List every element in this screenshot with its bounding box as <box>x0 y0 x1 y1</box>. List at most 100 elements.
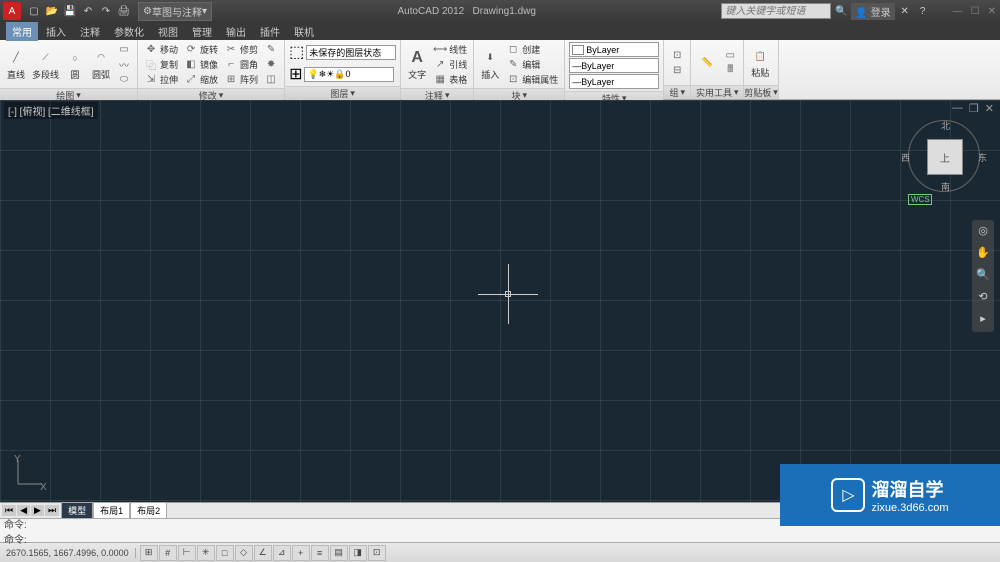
ducs-toggle[interactable]: ⊿ <box>273 545 291 561</box>
tab-nav-first[interactable]: ⏮ <box>2 505 16 516</box>
layer-state-dropdown[interactable]: 未保存的图层状态 <box>306 45 396 60</box>
explode-button[interactable]: ✸ <box>262 57 280 71</box>
array-button[interactable]: ⊞阵列 <box>222 72 260 86</box>
doc-restore[interactable]: ❐ <box>969 102 979 115</box>
open-icon[interactable]: 📂 <box>44 3 60 19</box>
viewcube-south[interactable]: 南 <box>941 180 950 193</box>
command-prompt[interactable]: 命令: <box>4 531 996 546</box>
viewcube-face[interactable]: 上 <box>927 139 963 175</box>
grid-toggle[interactable]: # <box>159 545 177 561</box>
viewcube[interactable]: 上 北 南 东 西 WCS <box>908 120 980 192</box>
ellipse-button[interactable]: ⬭ <box>115 72 133 86</box>
spline-button[interactable]: 〰 <box>115 57 133 71</box>
tab-online[interactable]: 联机 <box>288 22 320 41</box>
text-button[interactable]: A文字 <box>405 47 429 82</box>
select-button[interactable]: ▭ <box>721 48 739 62</box>
calc-button[interactable]: 🖩 <box>721 63 739 77</box>
circle-button[interactable]: ○圆 <box>63 47 87 82</box>
edit-block-button[interactable]: ✎编辑 <box>504 57 560 71</box>
table-button[interactable]: ▦表格 <box>431 72 469 86</box>
osnap-toggle[interactable]: □ <box>216 545 234 561</box>
linetype-dropdown[interactable]: — ByLayer <box>569 74 659 89</box>
full-nav-wheel[interactable]: ◎ <box>975 224 991 240</box>
app-icon[interactable]: A <box>3 2 21 20</box>
close-button[interactable]: ✕ <box>988 6 996 17</box>
minimize-button[interactable]: — <box>953 6 963 17</box>
tab-nav-next[interactable]: ▶ <box>31 505 44 516</box>
mirror-button[interactable]: ◧镜像 <box>182 57 220 71</box>
search-input[interactable] <box>721 3 831 19</box>
tab-home[interactable]: 常用 <box>6 22 38 41</box>
ortho-toggle[interactable]: ⊢ <box>178 545 196 561</box>
erase-button[interactable]: ✎ <box>262 42 280 56</box>
stretch-button[interactable]: ⇲拉伸 <box>142 72 180 86</box>
rect-button[interactable]: ▭ <box>115 42 133 56</box>
create-block-button[interactable]: ◻创建 <box>504 42 560 56</box>
login-button[interactable]: 👤 登录 <box>851 3 894 20</box>
dyn-toggle[interactable]: + <box>292 545 310 561</box>
ungroup-button[interactable]: ⊟ <box>668 63 686 77</box>
color-dropdown[interactable]: ByLayer <box>569 42 659 57</box>
qp-toggle[interactable]: ◨ <box>349 545 367 561</box>
leader-button[interactable]: ↗引线 <box>431 57 469 71</box>
undo-icon[interactable]: ↶ <box>80 3 96 19</box>
exchange-icon[interactable]: ✕ <box>897 3 913 19</box>
move-button[interactable]: ✥移动 <box>142 42 180 56</box>
measure-button[interactable]: 📏 <box>695 52 719 74</box>
panel-layers-title[interactable]: 图层 ▾ <box>285 86 400 100</box>
arc-button[interactable]: ◠圆弧 <box>89 47 113 82</box>
showmotion-button[interactable]: ▸ <box>975 312 991 328</box>
polar-toggle[interactable]: ✳ <box>197 545 215 561</box>
tab-nav-last[interactable]: ⏭ <box>45 505 59 516</box>
maximize-button[interactable]: ☐ <box>971 6 980 17</box>
wcs-label[interactable]: WCS <box>908 194 932 205</box>
tab-nav-prev[interactable]: ◀ <box>17 505 30 516</box>
copy-button[interactable]: ⿻复制 <box>142 57 180 71</box>
tab-plugins[interactable]: 插件 <box>254 22 286 41</box>
3dosnap-toggle[interactable]: ◇ <box>235 545 253 561</box>
dim-linear-button[interactable]: ⟷线性 <box>431 42 469 56</box>
panel-utilities-title[interactable]: 实用工具 ▾ <box>691 85 743 99</box>
viewcube-north[interactable]: 北 <box>941 119 950 132</box>
tab-parametric[interactable]: 参数化 <box>108 22 150 41</box>
snap-toggle[interactable]: ⊞ <box>140 545 158 561</box>
line-button[interactable]: ╱直线 <box>4 47 28 82</box>
search-icon[interactable]: 🔍 <box>833 3 849 19</box>
rotate-button[interactable]: ⟳旋转 <box>182 42 220 56</box>
redo-icon[interactable]: ↷ <box>98 3 114 19</box>
doc-close[interactable]: ✕ <box>985 102 994 115</box>
panel-clipboard-title[interactable]: 剪贴板 ▾ <box>744 85 778 99</box>
paste-button[interactable]: 📋粘贴 <box>748 45 772 80</box>
pan-button[interactable]: ✋ <box>975 246 991 262</box>
new-icon[interactable]: ▢ <box>26 3 42 19</box>
tpy-toggle[interactable]: ▤ <box>330 545 348 561</box>
coordinates[interactable]: 2670.1565, 1667.4996, 0.0000 <box>0 548 136 558</box>
save-icon[interactable]: 💾 <box>62 3 78 19</box>
tab-view[interactable]: 视图 <box>152 22 184 41</box>
trim-button[interactable]: ✂修剪 <box>222 42 260 56</box>
scale-button[interactable]: ⤢缩放 <box>182 72 220 86</box>
tab-output[interactable]: 输出 <box>220 22 252 41</box>
polyline-button[interactable]: ⟋多段线 <box>30 47 61 82</box>
layer-dropdown[interactable]: 💡❄☀🔒 0 <box>304 67 394 82</box>
viewcube-east[interactable]: 东 <box>978 151 987 164</box>
viewcube-west[interactable]: 西 <box>901 151 910 164</box>
edit-attr-button[interactable]: ⊡编辑属性 <box>504 72 560 86</box>
offset-button[interactable]: ◫ <box>262 72 280 86</box>
layer-props-icon[interactable]: ⬚ <box>289 42 304 62</box>
lineweight-dropdown[interactable]: — ByLayer <box>569 58 659 73</box>
tab-annotate[interactable]: 注释 <box>74 22 106 41</box>
workspace-dropdown[interactable]: ⚙ 草图与注释 ▾ <box>138 2 212 21</box>
layer-button[interactable]: ⊞ <box>289 64 302 84</box>
doc-minimize[interactable]: — <box>952 102 963 115</box>
print-icon[interactable]: 🖨 <box>116 3 132 19</box>
orbit-button[interactable]: ⟲ <box>975 290 991 306</box>
zoom-extents-button[interactable]: 🔍 <box>975 268 991 284</box>
tab-insert[interactable]: 插入 <box>40 22 72 41</box>
otrack-toggle[interactable]: ∠ <box>254 545 272 561</box>
tab-manage[interactable]: 管理 <box>186 22 218 41</box>
help-icon[interactable]: ? <box>915 3 931 19</box>
panel-groups-title[interactable]: 组 ▾ <box>664 85 690 99</box>
lwt-toggle[interactable]: ≡ <box>311 545 329 561</box>
fillet-button[interactable]: ⌐圆角 <box>222 57 260 71</box>
